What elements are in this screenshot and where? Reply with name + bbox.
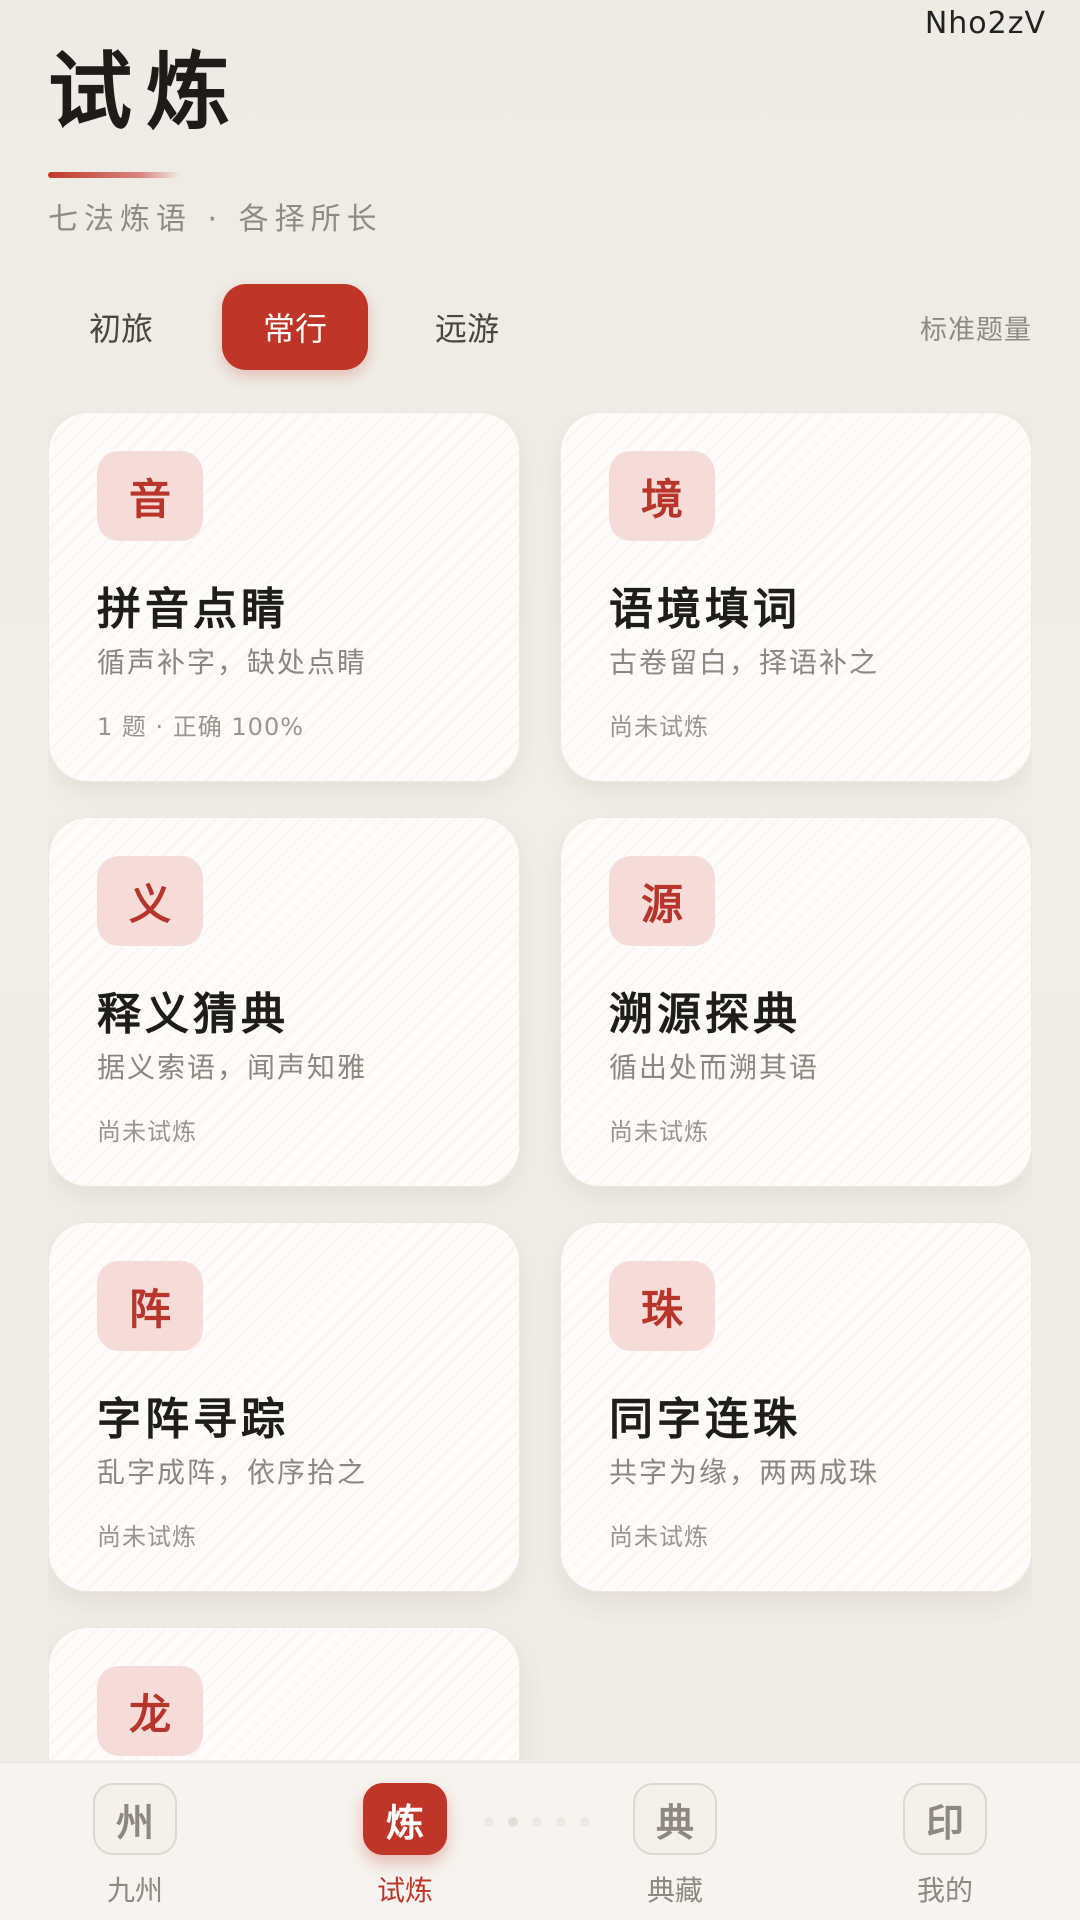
card-badge: 音	[97, 451, 203, 541]
card-badge: 义	[97, 856, 203, 946]
card-title: 同字连珠	[609, 1394, 801, 1445]
question-count-setting[interactable]: 标准题量	[920, 284, 1032, 370]
page-header: 试炼 七法炼语 · 各择所长	[48, 42, 377, 237]
page-dot	[484, 1817, 494, 1827]
nav-label: 我的	[916, 1874, 973, 1907]
card-stat: 尚未试炼	[97, 1118, 197, 1146]
nav-item-wode[interactable]: 印 我的	[865, 1783, 1025, 1913]
mode-card-pinyin[interactable]: 音 拼音点睛 循声补字，缺处点睛 1 题 · 正确 100%	[48, 412, 520, 782]
card-description: 循出处而溯其语	[609, 1051, 820, 1084]
card-description: 古卷留白，择语补之	[609, 646, 880, 679]
watermark-text: Nho2zV	[924, 6, 1046, 41]
mode-card-dragon[interactable]: 龙	[48, 1627, 520, 1760]
nav-item-diancang[interactable]: 典 典藏	[595, 1783, 755, 1913]
page-subtitle: 七法炼语 · 各择所长	[48, 202, 383, 237]
bottom-nav: 州 九州 炼 试炼 典 典藏 印 我的	[0, 1762, 1080, 1920]
card-badge: 龙	[97, 1666, 203, 1756]
nav-label: 试炼	[376, 1874, 433, 1907]
tab-yuanyou[interactable]: 远游	[394, 284, 540, 370]
card-description: 循声补字，缺处点睛	[97, 646, 368, 679]
card-title: 字阵寻踪	[97, 1394, 289, 1445]
nav-item-shilian[interactable]: 炼 试炼	[325, 1783, 485, 1913]
mode-grid: 音 拼音点睛 循声补字，缺处点睛 1 题 · 正确 100% 境 语境填词 古卷…	[48, 412, 1032, 1760]
card-description: 乱字成阵，依序拾之	[97, 1456, 368, 1489]
mode-card-grid[interactable]: 阵 字阵寻踪 乱字成阵，依序拾之 尚未试炼	[48, 1222, 520, 1592]
card-description: 共字为缘，两两成珠	[609, 1456, 880, 1489]
card-title: 释义猜典	[97, 989, 289, 1040]
card-title: 语境填词	[609, 584, 801, 635]
card-stat: 尚未试炼	[609, 713, 709, 741]
difficulty-tabs: 初旅 常行 远游 标准题量	[48, 284, 1032, 372]
dian-icon: 典	[633, 1783, 717, 1855]
lian-icon: 炼	[363, 1783, 447, 1855]
yin-icon: 印	[903, 1783, 987, 1855]
title-underline	[48, 172, 180, 178]
tab-chulv[interactable]: 初旅	[48, 284, 194, 370]
page-title: 试炼	[48, 42, 245, 141]
page-dot	[532, 1817, 542, 1827]
mode-card-chain[interactable]: 珠 同字连珠 共字为缘，两两成珠 尚未试炼	[560, 1222, 1032, 1592]
mode-card-origin[interactable]: 源 溯源探典 循出处而溯其语 尚未试炼	[560, 817, 1032, 1187]
mode-card-meaning[interactable]: 义 释义猜典 据义索语，闻声知雅 尚未试炼	[48, 817, 520, 1187]
card-badge: 源	[609, 856, 715, 946]
nav-item-jiuzhou[interactable]: 州 九州	[55, 1783, 215, 1913]
card-stat: 尚未试炼	[97, 1523, 197, 1551]
card-title: 拼音点睛	[97, 584, 289, 635]
card-stat: 尚未试炼	[609, 1523, 709, 1551]
tab-changxing[interactable]: 常行	[222, 284, 368, 370]
card-title: 溯源探典	[609, 989, 801, 1040]
nav-label: 九州	[106, 1874, 163, 1907]
page-indicator	[484, 1817, 594, 1831]
page-dot	[556, 1817, 566, 1827]
page-dot-active	[508, 1817, 518, 1827]
nav-label: 典藏	[646, 1874, 703, 1907]
card-badge: 阵	[97, 1261, 203, 1351]
card-badge: 珠	[609, 1261, 715, 1351]
zhou-icon: 州	[93, 1783, 177, 1855]
card-badge: 境	[609, 451, 715, 541]
mode-card-context[interactable]: 境 语境填词 古卷留白，择语补之 尚未试炼	[560, 412, 1032, 782]
page-dot	[580, 1817, 590, 1827]
card-stat: 1 题 · 正确 100%	[97, 713, 305, 741]
card-description: 据义索语，闻声知雅	[97, 1051, 368, 1084]
card-stat: 尚未试炼	[609, 1118, 709, 1146]
